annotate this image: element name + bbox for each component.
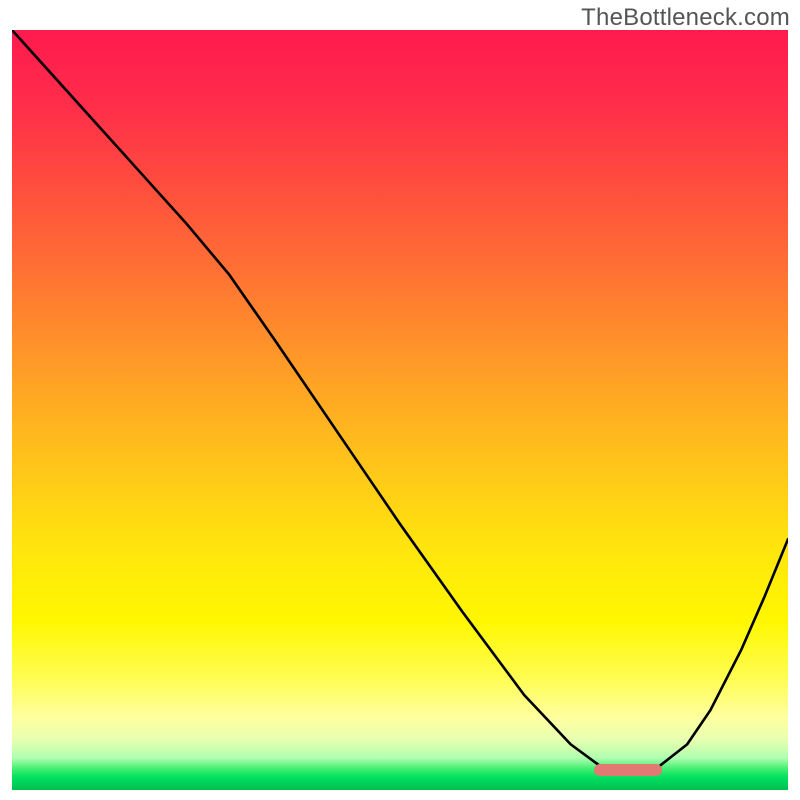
attribution-label: TheBottleneck.com [581, 4, 790, 32]
plot-area [12, 30, 788, 790]
curve-svg [12, 30, 788, 790]
bottleneck-curve [12, 30, 788, 771]
chart-canvas: TheBottleneck.com [0, 0, 800, 800]
optimum-marker [594, 764, 662, 776]
